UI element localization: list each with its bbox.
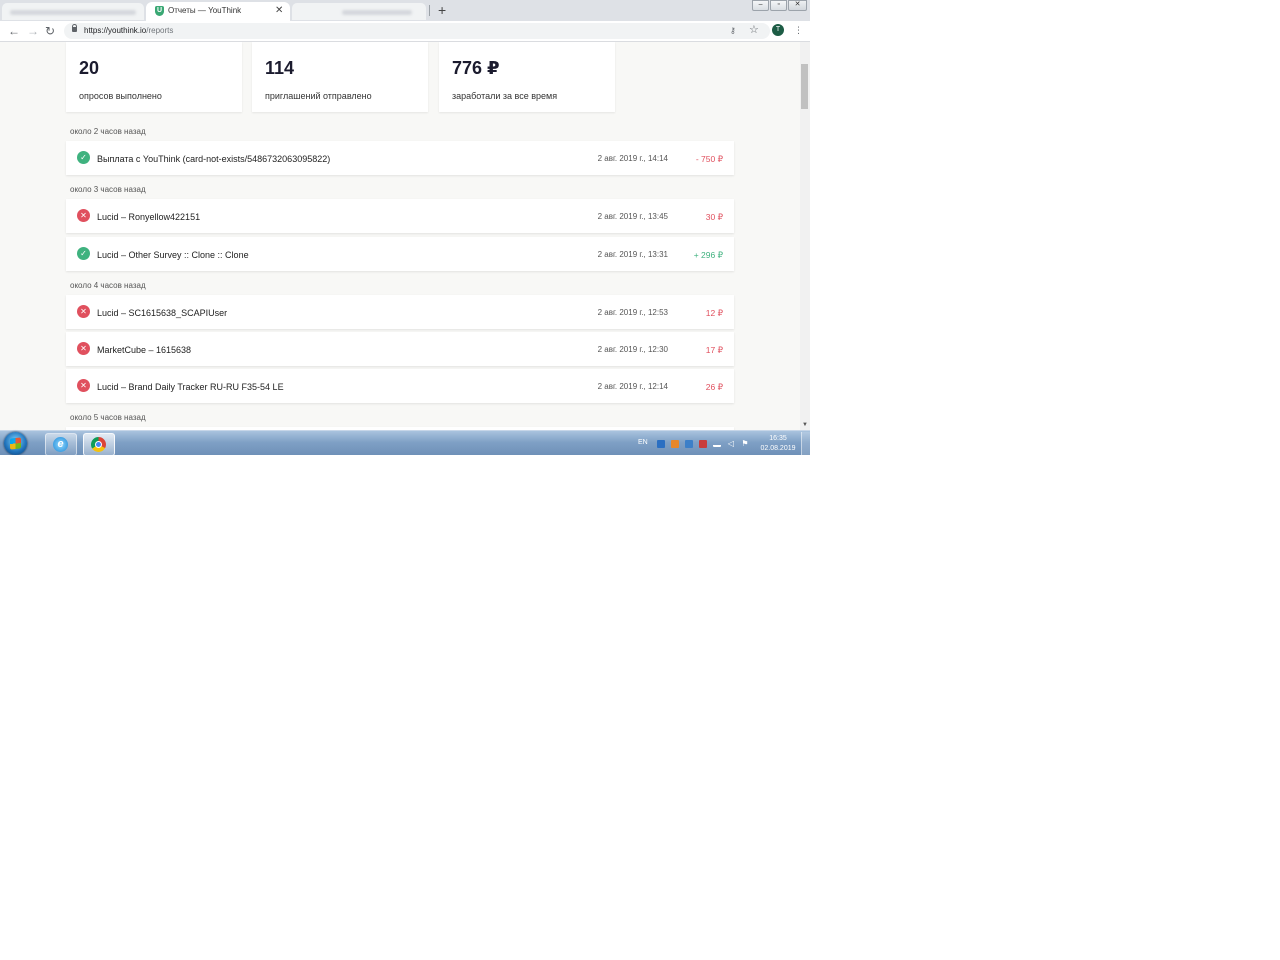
forward-icon[interactable]: → (27, 24, 39, 38)
minimize-icon[interactable]: – (752, 0, 770, 11)
transaction-row[interactable]: ✕ Lucid – Brand Daily Tracker RU-RU F35-… (66, 369, 734, 403)
success-check-icon: ✓ (77, 151, 90, 164)
browser-menu-icon[interactable]: ⋮ (794, 24, 803, 36)
success-check-icon: ✓ (77, 247, 90, 260)
transaction-amount: 30 ₽ (705, 212, 723, 222)
reload-icon[interactable]: ↻ (45, 24, 55, 38)
tray-app-icon[interactable] (671, 440, 679, 448)
transaction-amount: 17 ₽ (705, 345, 723, 355)
tray-app-icon[interactable] (699, 440, 707, 448)
tray-app-icon[interactable] (657, 440, 665, 448)
transaction-row[interactable]: ✕ Lucid – SC1615638_SCAPIUser 2 авг. 201… (66, 295, 734, 329)
stat-label: опросов выполнено (79, 91, 162, 101)
taskbar-ie-button[interactable]: e (45, 433, 77, 455)
page-viewport: 20 опросов выполнено 114 приглашений отп… (0, 42, 800, 430)
failed-x-icon: ✕ (77, 305, 90, 318)
taskbar-clock[interactable]: 16:35 02.08.2019 (756, 434, 800, 454)
transaction-title: MarketCube – 1615638 (97, 345, 192, 355)
transaction-date: 2 авг. 2019 г., 12:30 (597, 345, 668, 354)
transaction-date: 2 авг. 2019 г., 13:31 (597, 250, 668, 259)
transaction-title: Lucid – Ronyellow422151 (97, 212, 201, 222)
tab-blurred-right[interactable] (292, 3, 426, 20)
transaction-date: 2 авг. 2019 г., 14:14 (597, 154, 668, 163)
language-indicator[interactable]: EN (638, 439, 648, 446)
address-bar[interactable]: https://youthink.io/reports (64, 23, 770, 39)
transaction-amount: - 750 ₽ (695, 154, 723, 164)
failed-x-icon: ✕ (77, 342, 90, 355)
stat-card-surveys: 20 опросов выполнено (66, 42, 242, 112)
transaction-title: Lucid – SC1615638_SCAPIUser (97, 308, 228, 318)
stat-value: 776 ₽ (452, 58, 500, 78)
clock-time: 16:35 (769, 435, 787, 442)
maximize-icon[interactable]: ▫ (770, 0, 788, 11)
stat-value: 114 (265, 58, 295, 78)
tab-separator (429, 5, 430, 16)
transaction-date: 2 авг. 2019 г., 13:45 (597, 212, 668, 221)
internet-explorer-icon: e (53, 437, 68, 452)
stat-label: заработали за все время (452, 91, 558, 101)
transaction-title: Lucid – Brand Daily Tracker RU-RU F35-54… (97, 382, 284, 392)
profile-avatar[interactable]: T (772, 24, 784, 36)
new-tab-icon[interactable]: + (438, 2, 446, 18)
transaction-row[interactable]: ✓ Lucid – Other Survey :: Clone :: Clone… (66, 237, 734, 271)
windows-taskbar: e EN ◁ ⚑ 16:35 02.08.2019 (0, 430, 810, 455)
network-signal-icon[interactable] (713, 440, 721, 447)
key-icon[interactable]: ⚷ (730, 26, 736, 35)
scrollbar-thumb[interactable] (801, 64, 808, 109)
failed-x-icon: ✕ (77, 379, 90, 392)
tab-title: Отчеты — YouThink (168, 6, 242, 15)
stat-value: 20 (79, 58, 100, 78)
bookmark-star-icon[interactable]: ☆ (749, 23, 759, 36)
window-controls: – ▫ ✕ (752, 0, 808, 11)
url-host: https://youthink.io (84, 26, 147, 35)
taskbar-chrome-button[interactable] (83, 433, 115, 455)
stat-card-earnings: 776 ₽ заработали за все время (439, 42, 615, 112)
transaction-amount: + 296 ₽ (693, 250, 723, 260)
browser-tab-strip: U Отчеты — YouThink ✕ + – ▫ ✕ (0, 0, 810, 21)
window-close-icon[interactable]: ✕ (788, 0, 807, 11)
youthink-favicon-icon: U (155, 6, 164, 16)
action-center-flag-icon[interactable]: ⚑ (741, 440, 749, 448)
transaction-title: Выплата с YouThink (card-not-exists/5486… (97, 154, 331, 164)
address-url[interactable]: https://youthink.io/reports (84, 26, 173, 35)
chrome-icon (91, 437, 106, 452)
transaction-title: Lucid – Other Survey :: Clone :: Clone (97, 250, 249, 260)
stat-card-invitations: 114 приглашений отправлено (252, 42, 428, 112)
tray-app-icon[interactable] (685, 440, 693, 448)
group-label: около 5 часов назад (70, 413, 146, 422)
transaction-row[interactable]: ✕ MarketCube – 1615638 2 авг. 2019 г., 1… (66, 332, 734, 366)
transaction-row[interactable]: ✓ Выплата с YouThink (card-not-exists/54… (66, 141, 734, 175)
transaction-date: 2 авг. 2019 г., 12:53 (597, 308, 668, 317)
group-label: около 3 часов назад (70, 185, 146, 194)
page-scrollbar[interactable]: ▼ (800, 42, 810, 430)
group-label: около 4 часов назад (70, 281, 146, 290)
clock-date: 02.08.2019 (760, 445, 796, 452)
scroll-down-arrow-icon[interactable]: ▼ (802, 422, 808, 428)
windows-start-icon[interactable] (4, 432, 27, 455)
transaction-date: 2 авг. 2019 г., 12:14 (597, 382, 668, 391)
back-icon[interactable]: ← (8, 24, 20, 38)
stat-label: приглашений отправлено (265, 91, 372, 101)
transaction-amount: 12 ₽ (705, 308, 723, 318)
volume-icon[interactable]: ◁ (727, 440, 735, 448)
failed-x-icon: ✕ (77, 209, 90, 222)
screen: U Отчеты — YouThink ✕ + – ▫ ✕ ← → ↻ http… (0, 0, 810, 455)
tab-close-icon[interactable]: ✕ (275, 5, 283, 16)
tab-blurred-left[interactable] (2, 3, 144, 20)
tab-active[interactable]: U Отчеты — YouThink ✕ (146, 2, 290, 21)
browser-toolbar: ← → ↻ https://youthink.io/reports ⚷ ☆ T … (0, 21, 810, 42)
lock-icon (72, 24, 77, 32)
show-desktop-button[interactable] (801, 432, 810, 455)
group-label: около 2 часов назад (70, 127, 146, 136)
transaction-amount: 26 ₽ (705, 382, 723, 392)
url-path: /reports (146, 26, 174, 35)
transaction-row[interactable]: ✕ Lucid – Ronyellow422151 2 авг. 2019 г.… (66, 199, 734, 233)
